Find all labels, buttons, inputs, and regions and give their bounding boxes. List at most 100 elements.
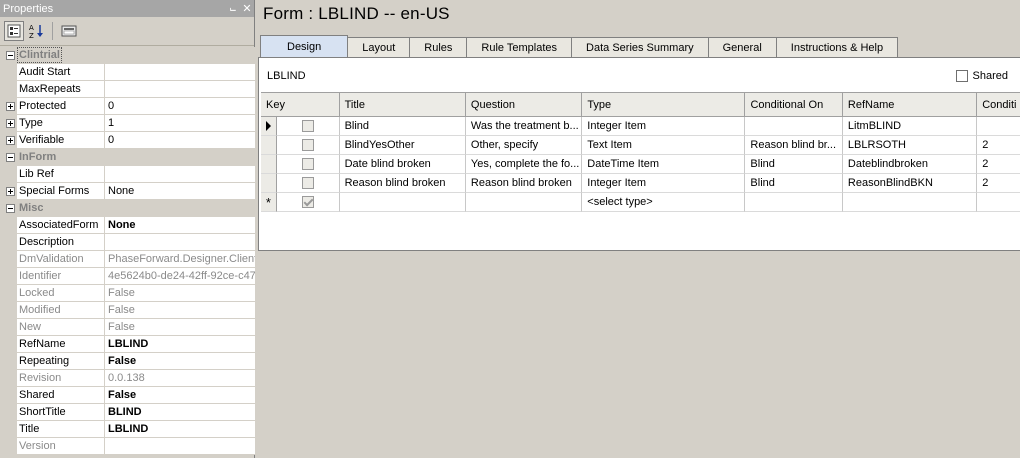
tab-general[interactable]: General [707,37,777,57]
close-icon[interactable]: ✕ [240,2,254,15]
type-select[interactable]: <select type> [582,193,746,212]
alphabetical-sort-button[interactable]: A Z [26,21,46,41]
key-checkbox[interactable] [301,177,314,189]
tab-layout[interactable]: Layout [347,37,411,57]
property-value[interactable]: LBLIND [105,421,255,437]
tab-data-series-summary[interactable]: Data Series Summary [571,37,709,57]
table-row[interactable]: Blind Was the treatment b... Integer Item L… [261,117,1020,136]
cell-cond[interactable] [745,193,843,212]
column-header[interactable]: Question [465,93,583,117]
property-value[interactable] [105,438,255,454]
property-value[interactable]: False [105,285,255,301]
row-selector[interactable] [261,136,277,155]
property-row[interactable]: Identifier 4e5624b0-de24-42ff-92ce-c47 [3,268,255,285]
column-header[interactable]: Conditional On [745,93,843,117]
property-value[interactable]: None [105,183,255,199]
cell-cond[interactable]: Reason blind br... [745,136,843,155]
property-value[interactable]: 0 [105,98,255,114]
categorized-view-button[interactable] [4,21,24,41]
new-row-marker[interactable]: * [261,193,277,212]
property-row[interactable]: Protected 0 [3,98,255,115]
property-row[interactable]: Modified False [3,302,255,319]
cell-condi[interactable]: 2 [977,136,1020,155]
property-row[interactable]: Lib Ref [3,166,255,183]
tab-instructions-help[interactable]: Instructions & Help [775,37,899,57]
key-cell[interactable] [276,117,340,136]
column-header[interactable]: Title [339,93,466,117]
key-checkbox[interactable] [301,120,314,132]
cell-question[interactable]: Reason blind broken [465,174,583,193]
cell-question[interactable]: Other, specify [465,136,583,155]
cell-title[interactable]: Date blind broken [339,155,466,174]
column-header[interactable]: RefName [842,93,978,117]
row-selector[interactable] [261,117,277,136]
property-value[interactable]: 4e5624b0-de24-42ff-92ce-c47 [105,268,255,284]
key-checkbox[interactable] [301,139,314,151]
property-value[interactable]: 0.0.138 [105,370,255,386]
cell-condi[interactable] [977,193,1020,212]
cell-condi[interactable]: 2 [977,174,1020,193]
property-row[interactable]: RefName LBLIND [3,336,255,353]
key-checkbox[interactable] [301,158,314,170]
shared-checkbox[interactable] [955,70,968,82]
property-value[interactable]: BLIND [105,404,255,420]
property-row[interactable]: MaxRepeats [3,81,255,98]
property-row[interactable]: Version [3,438,255,455]
table-row[interactable]: Reason blind broken Reason blind broken In… [261,174,1020,193]
cell-ref[interactable]: Dateblindbroken [842,155,978,174]
key-cell[interactable] [276,193,340,212]
key-cell[interactable] [276,174,340,193]
cell-cond[interactable]: Blind [745,155,843,174]
property-row[interactable]: Shared False [3,387,255,404]
cell-ref[interactable] [842,193,978,212]
row-selector[interactable] [261,155,277,174]
cell-question[interactable]: Was the treatment b... [465,117,583,136]
property-value[interactable] [105,81,255,97]
property-row[interactable]: DmValidation PhaseForward.Designer.Client [3,251,255,268]
shared-checkbox-group[interactable]: Shared [955,70,1008,82]
category-collapse-icon[interactable] [3,47,17,63]
column-header[interactable]: Conditi [977,93,1020,117]
property-value[interactable] [105,166,255,182]
cell-title[interactable]: Blind [339,117,466,136]
property-category-inform[interactable]: InForm [3,149,255,166]
expand-icon[interactable] [3,98,17,114]
category-collapse-icon[interactable] [3,200,17,216]
cell-type[interactable]: Text Item [582,136,746,155]
table-row[interactable]: Date blind broken Yes, complete the fo...… [261,155,1020,174]
tab-design[interactable]: Design [260,35,349,57]
cell-question[interactable] [465,193,583,212]
property-category-misc[interactable]: Misc [3,200,255,217]
property-value[interactable]: 1 [105,115,255,131]
property-value[interactable]: False [105,387,255,403]
property-category-clintrial[interactable]: Clintrial [3,47,255,64]
cell-question[interactable]: Yes, complete the fo... [465,155,583,174]
row-selector[interactable] [261,174,277,193]
cell-title[interactable] [339,193,466,212]
property-row[interactable]: ShortTitle BLIND [3,404,255,421]
cell-type[interactable]: DateTime Item [582,155,746,174]
cell-type[interactable]: Integer Item [582,174,746,193]
property-row[interactable]: Audit Start [3,64,255,81]
tab-rules[interactable]: Rules [409,37,468,57]
property-value[interactable] [105,64,255,80]
property-row[interactable]: Locked False [3,285,255,302]
cell-type[interactable]: Integer Item [582,117,746,136]
cell-condi[interactable] [977,117,1020,136]
property-row[interactable]: Repeating False [3,353,255,370]
cell-cond[interactable] [745,117,843,136]
property-row[interactable]: Type 1 [3,115,255,132]
property-pages-button[interactable] [59,21,79,41]
cell-cond[interactable]: Blind [745,174,843,193]
property-value[interactable]: None [105,217,255,233]
cell-condi[interactable]: 2 [977,155,1020,174]
property-row[interactable]: Verifiable 0 [3,132,255,149]
expand-icon[interactable] [3,183,17,199]
property-row[interactable]: Description [3,234,255,251]
column-header[interactable]: Key [261,93,340,117]
tab-rule-templates[interactable]: Rule Templates [466,37,573,57]
property-row[interactable]: AssociatedForm None [3,217,255,234]
table-row[interactable]: BlindYesOther Other, specify Text Item Reas… [261,136,1020,155]
expand-icon[interactable] [3,132,17,148]
key-cell[interactable] [276,136,340,155]
